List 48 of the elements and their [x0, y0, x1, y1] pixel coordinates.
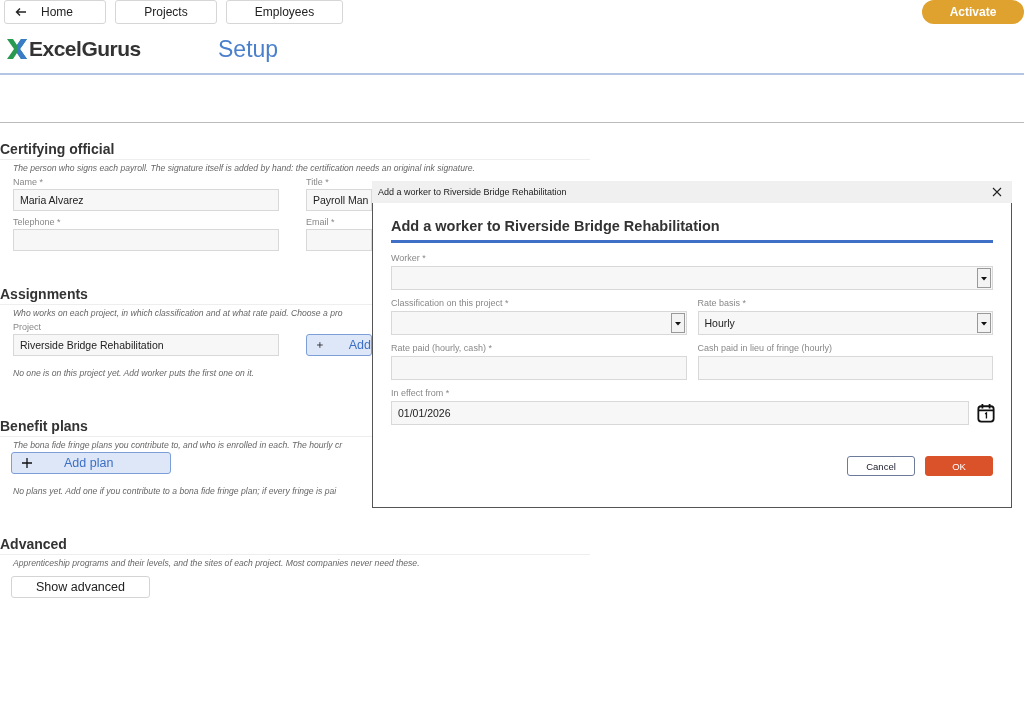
field-label: Telephone *: [13, 217, 61, 227]
input-field[interactable]: Maria Alvarez: [13, 189, 279, 211]
add-plan-button[interactable]: Add plan: [11, 452, 171, 474]
dialog-heading: Add a worker to Riverside Bridge Rehabilitation: [391, 218, 993, 243]
field-label: Title *: [306, 177, 329, 187]
cancel-button[interactable]: Cancel: [847, 456, 915, 476]
field-label: Cash paid in lieu of fringe (hourly): [697, 343, 833, 353]
input-field[interactable]: [697, 356, 993, 380]
plus-icon: [317, 340, 323, 350]
back-arrow-icon: [15, 7, 27, 17]
logo-icon: [5, 37, 29, 61]
section-description: Apprenticeship programs and their levels, and the sites of each project. Most companies never need these.: [13, 558, 421, 568]
dropdown-field[interactable]: Hourly: [697, 311, 993, 335]
date-field[interactable]: 01/01/2026: [391, 401, 969, 425]
empty-note: No one is on this project yet. Add worker puts the first one on it.: [13, 368, 255, 378]
window-title: Add a worker to Riverside Bridge Rehabilitation: [378, 187, 567, 197]
dropdown-field[interactable]: [391, 311, 687, 335]
field-label: Email *: [306, 217, 335, 227]
close-icon[interactable]: [992, 187, 1002, 197]
input-field[interactable]: Payroll Man: [306, 189, 372, 211]
empty-note: No plans yet. Add one if you contribute to a bona fide fringe plan; if every fringe is pai: [13, 486, 338, 496]
nav-button[interactable]: Employees: [226, 0, 343, 24]
field-label: Name *: [13, 177, 43, 187]
input-field[interactable]: [391, 356, 687, 380]
home-button[interactable]: Home: [4, 0, 106, 24]
field-label: Rate paid (hourly, cash) *: [391, 343, 492, 353]
nav-button[interactable]: Projects: [115, 0, 217, 24]
project-field[interactable]: Riverside Bridge Rehabilitation: [13, 334, 279, 356]
field-label: Classification on this project *: [391, 298, 509, 308]
field-label: Rate basis *: [697, 298, 747, 308]
calendar-icon[interactable]: [977, 403, 995, 423]
logo-text: ExcelGurus: [29, 37, 141, 61]
show-advanced-button[interactable]: Show advanced: [11, 576, 150, 598]
section-heading: Advanced: [0, 536, 590, 555]
section-description: The person who signs each payroll. The signature itself is added by hand: the certification needs an original ink signature.: [13, 163, 476, 173]
add-worker-button[interactable]: Add: [306, 334, 372, 356]
field-label: In effect from *: [391, 388, 450, 398]
section-description: Who works on each project, in which classification and at what rate paid. Choose a pro: [13, 308, 344, 318]
field-label: Project: [13, 322, 41, 332]
input-field[interactable]: [13, 229, 279, 251]
ok-button[interactable]: OK: [925, 456, 993, 476]
field-label: Worker *: [391, 253, 426, 263]
dropdown-field[interactable]: [391, 266, 993, 290]
section-heading: Certifying official: [0, 141, 590, 160]
page-title: Setup: [218, 35, 279, 63]
plus-icon: [22, 458, 32, 468]
section-description: The bona fide fringe plans you contribute to, and who is enrolled in each. The hourly cr: [13, 440, 344, 450]
input-field[interactable]: [306, 229, 372, 251]
